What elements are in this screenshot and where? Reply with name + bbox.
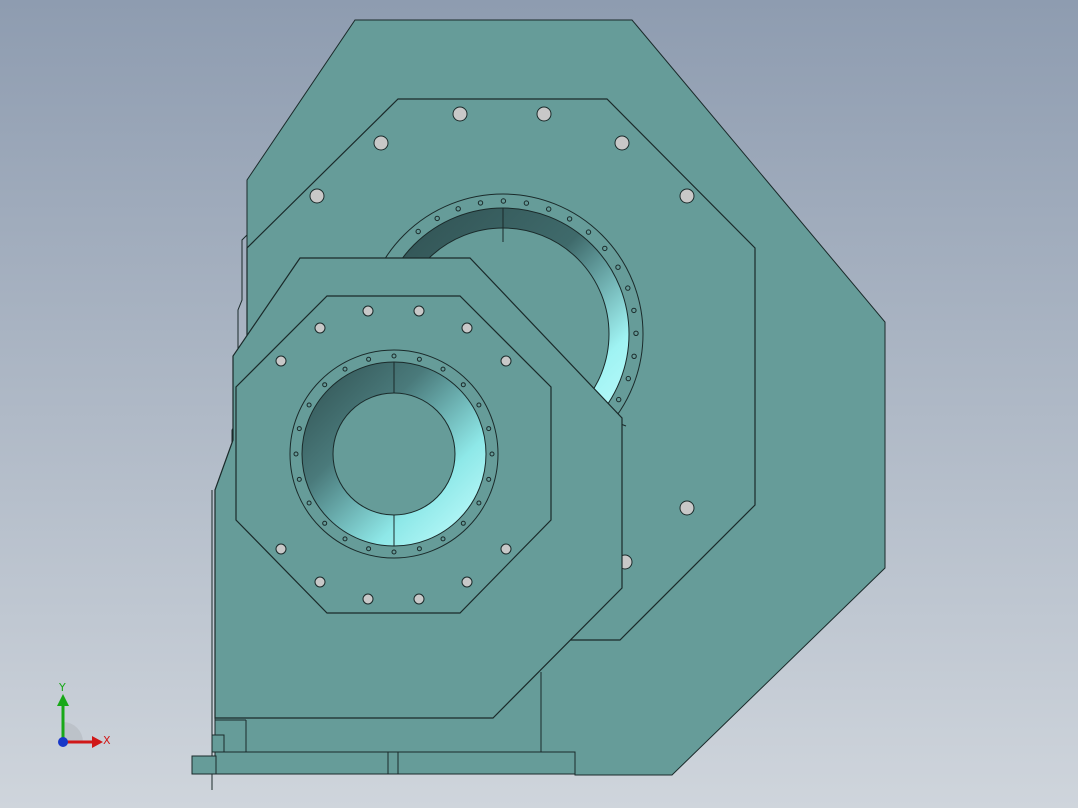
flange-hole (415, 228, 421, 235)
bolt-icon (679, 188, 695, 204)
flange-hole (486, 476, 492, 482)
flange-hole (440, 366, 446, 372)
flange-hole (633, 330, 639, 336)
y-axis-arrow (57, 694, 69, 706)
flange-hole (523, 200, 530, 206)
flange-hole (342, 536, 348, 542)
flange-hole (489, 451, 495, 457)
bolt-icon (314, 576, 326, 588)
flange-hole (546, 206, 552, 212)
flange-hole (631, 353, 637, 359)
flange-hole (293, 451, 299, 457)
flange-hole (602, 245, 608, 252)
coordinate-triad: Y X (57, 681, 111, 748)
flange-hole (366, 546, 372, 552)
flange-hole (296, 476, 302, 482)
flange-hole (500, 198, 507, 204)
flange-hole (366, 356, 372, 362)
flange-hole (476, 402, 482, 408)
flange-hole (391, 549, 397, 555)
bolt-icon (413, 593, 425, 605)
bolt-icon (362, 593, 374, 605)
small-bore (289, 349, 499, 559)
bolt-icon (500, 543, 512, 555)
bolt-icon (614, 135, 630, 151)
flange-hole (391, 353, 397, 359)
flange-hole (416, 356, 422, 362)
flange-hole (306, 402, 312, 408)
flange-hole (616, 396, 622, 403)
bolt-icon (362, 305, 374, 317)
flange-hole (625, 375, 631, 382)
flange-hole (631, 307, 637, 314)
flange-hole (322, 520, 328, 526)
x-axis-label: X (103, 734, 111, 747)
flange-hole (625, 285, 631, 291)
flange-hole (460, 520, 466, 526)
flange-hole (416, 546, 422, 552)
flange-hole (306, 500, 312, 506)
bolt-icon (679, 500, 695, 516)
flange-hole (440, 536, 446, 542)
bolt-icon (309, 188, 325, 204)
bolt-icon (275, 355, 287, 367)
flange-hole (296, 426, 302, 432)
bolt-icon (461, 576, 473, 588)
bolt-icon (536, 106, 552, 122)
bolt-icon (461, 322, 473, 334)
flange-hole (322, 382, 328, 388)
bolt-icon (314, 322, 326, 334)
bolt-icon (373, 135, 389, 151)
z-axis-dot (58, 737, 68, 747)
bolt-icon (452, 106, 468, 122)
flange-hole (455, 206, 461, 212)
flange-hole (486, 426, 492, 432)
flange-hole (342, 366, 348, 372)
flange-hole (460, 382, 466, 388)
bolt-icon (500, 355, 512, 367)
flange-hole (434, 215, 440, 222)
flange-hole (477, 200, 484, 206)
flange-hole (566, 216, 573, 222)
flange-hole (585, 229, 592, 235)
flange-hole (476, 500, 482, 506)
graphics-viewport[interactable]: Y X (0, 0, 1078, 808)
flange-hole (615, 264, 621, 270)
bolt-icon (275, 543, 287, 555)
bolt-icon (413, 305, 425, 317)
x-axis-arrow (92, 736, 103, 748)
y-axis-label: Y (58, 681, 66, 694)
cad-model-view[interactable] (0, 0, 1078, 808)
